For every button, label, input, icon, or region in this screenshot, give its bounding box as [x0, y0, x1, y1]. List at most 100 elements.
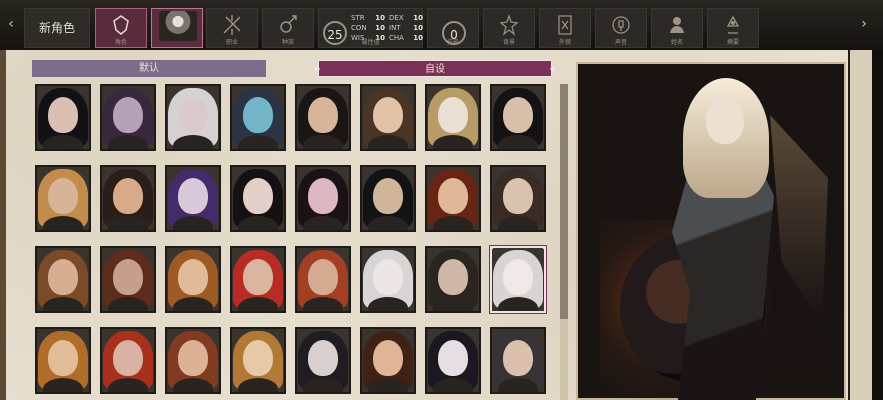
tab-appearance-label: 外貌 — [558, 39, 571, 46]
portrait-thumbnail[interactable] — [489, 245, 547, 314]
portrait-thumbnail[interactable] — [100, 165, 156, 232]
portrait-shoulders — [498, 135, 538, 149]
tab-attributes[interactable]: 25 STR 10 DEX 10 CON 10 INT 10 WIS 10 CHA 10 属… — [318, 8, 423, 48]
portrait-thumbnail[interactable] — [165, 165, 221, 232]
portrait-thumbnail[interactable] — [425, 246, 481, 313]
portrait-thumbnail[interactable] — [230, 246, 286, 313]
tab-voice[interactable]: 声音 — [595, 8, 647, 48]
portrait-face — [503, 259, 533, 295]
stat-label: INT — [389, 24, 401, 32]
portrait-face — [438, 259, 468, 295]
portrait-thumbnail[interactable] — [100, 327, 156, 394]
stat-value: 10 — [375, 14, 385, 22]
portrait-thumbnail[interactable] — [100, 84, 156, 151]
portrait-thumbnail[interactable] — [35, 84, 91, 151]
portrait-thumbnail[interactable] — [295, 165, 351, 232]
selected-portrait-mini — [159, 11, 197, 41]
portrait-thumbnail[interactable] — [490, 165, 546, 232]
tab-class[interactable]: 职业 — [206, 8, 258, 48]
portrait-face — [373, 178, 403, 214]
portrait-shoulders — [303, 378, 343, 392]
tab-summary[interactable]: 摘要 — [707, 8, 759, 48]
next-step-arrow[interactable]: › — [857, 14, 871, 34]
portrait-shoulders — [43, 378, 83, 392]
portrait-shoulders — [303, 135, 343, 149]
custom-portraits-button[interactable]: 自设 — [314, 60, 556, 77]
tab-background[interactable]: 背景 — [483, 8, 535, 48]
portrait-thumbnail[interactable] — [360, 246, 416, 313]
tab-race[interactable]: 种族 — [262, 8, 314, 48]
tab-name-label: 姓名 — [670, 39, 683, 46]
portrait-shoulders — [498, 216, 538, 230]
portrait-thumbnail[interactable] — [425, 165, 481, 232]
portrait-thumbnail[interactable] — [490, 84, 546, 151]
character-creation-top-bar: ‹ › 新角色 角色 职业 种族 25 STR 10 DEX 10 CON 10 IN… — [0, 0, 883, 51]
tab-attributes-label: 属性值 — [361, 39, 380, 46]
character-icon — [113, 15, 129, 35]
default-portraits-button[interactable]: 默认 — [32, 60, 266, 77]
portrait-thumbnail[interactable] — [100, 246, 156, 313]
tab-name[interactable]: 姓名 — [651, 8, 703, 48]
stat-label: CON — [351, 24, 367, 32]
portrait-shoulders — [303, 216, 343, 230]
portrait-shoulders — [498, 378, 538, 392]
portrait-shoulders — [368, 378, 408, 392]
portrait-grid — [35, 84, 555, 400]
background-icon — [499, 14, 519, 36]
portrait-shoulders — [238, 297, 278, 311]
portrait-thumbnail[interactable] — [295, 84, 351, 151]
portrait-thumbnail[interactable] — [230, 327, 286, 394]
portrait-face — [308, 97, 338, 133]
portrait-face — [243, 97, 273, 133]
portrait-shoulders — [173, 378, 213, 392]
portrait-shoulders — [368, 216, 408, 230]
portrait-face — [243, 259, 273, 295]
portrait-thumbnail[interactable] — [165, 327, 221, 394]
portrait-face — [178, 178, 208, 214]
portrait-thumbnail[interactable] — [360, 327, 416, 394]
portrait-shoulders — [173, 216, 213, 230]
portrait-preview-face — [706, 96, 744, 144]
portrait-thumbnail[interactable] — [490, 327, 546, 394]
portrait-thumbnail[interactable] — [230, 84, 286, 151]
portrait-shoulders — [238, 135, 278, 149]
portrait-face — [48, 97, 78, 133]
portrait-thumbnail[interactable] — [360, 165, 416, 232]
voice-icon — [612, 16, 630, 34]
portrait-shoulders — [108, 216, 148, 230]
portrait-scrollbar-thumb[interactable] — [560, 84, 568, 319]
portrait-face — [308, 259, 338, 295]
tab-background-label: 背景 — [502, 39, 515, 46]
portrait-scrollbar[interactable] — [560, 84, 568, 400]
tab-appearance[interactable]: 外貌 — [539, 8, 591, 48]
portrait-face — [308, 340, 338, 376]
portrait-thumbnail[interactable] — [230, 165, 286, 232]
portrait-thumbnail[interactable] — [295, 327, 351, 394]
tab-character[interactable]: 角色 — [95, 8, 147, 48]
portrait-face — [438, 178, 468, 214]
portrait-shoulders — [108, 297, 148, 311]
portrait-thumbnail[interactable] — [35, 327, 91, 394]
portrait-thumbnail[interactable] — [425, 327, 481, 394]
portrait-thumbnail[interactable] — [360, 84, 416, 151]
race-icon — [280, 15, 297, 33]
portrait-thumbnail[interactable] — [35, 165, 91, 232]
portrait-shoulders — [238, 378, 278, 392]
stat-value: 10 — [413, 24, 423, 32]
portrait-shoulders — [433, 378, 473, 392]
portrait-shoulders — [303, 297, 343, 311]
portrait-shoulders — [368, 297, 408, 311]
portrait-face — [438, 97, 468, 133]
tab-skills[interactable]: 0 技能 — [427, 8, 479, 48]
portrait-thumbnail[interactable] — [165, 246, 221, 313]
stat-label: STR — [351, 14, 365, 22]
portrait-shoulders — [433, 135, 473, 149]
portrait-thumbnail[interactable] — [295, 246, 351, 313]
appearance-icon — [558, 15, 572, 35]
tab-portrait[interactable] — [151, 8, 203, 48]
portrait-thumbnail[interactable] — [165, 84, 221, 151]
portrait-thumbnail[interactable] — [35, 246, 91, 313]
new-character-button[interactable]: 新角色 — [24, 8, 90, 48]
portrait-thumbnail[interactable] — [425, 84, 481, 151]
previous-step-arrow[interactable]: ‹ — [4, 14, 18, 34]
